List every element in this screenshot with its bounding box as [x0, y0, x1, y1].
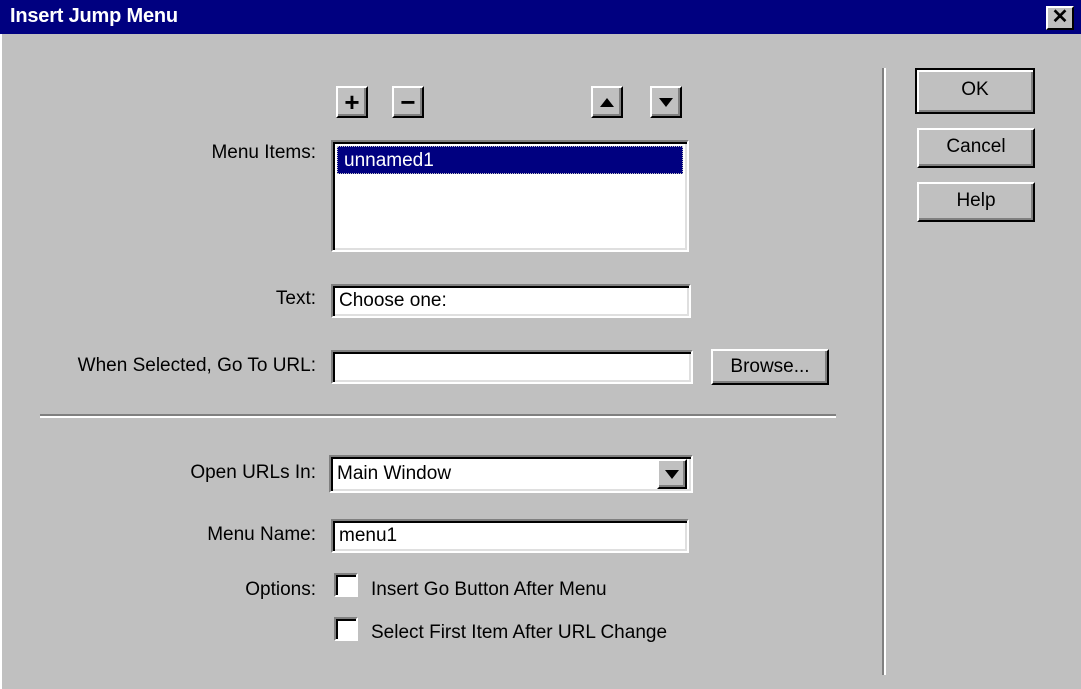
ok-button-label: OK: [961, 79, 989, 100]
chevron-down-icon: [659, 461, 685, 487]
dropdown-button[interactable]: [657, 459, 687, 489]
list-item-label: unnamed1: [344, 150, 434, 171]
open-urls-value: Main Window: [337, 463, 452, 484]
cancel-button-label: Cancel: [946, 136, 1006, 157]
triangle-down-icon: [652, 88, 680, 116]
text-field-value: Choose one:: [339, 290, 447, 311]
move-down-button[interactable]: [650, 86, 682, 118]
insert-go-button-checkbox[interactable]: [334, 573, 358, 597]
list-item[interactable]: unnamed1: [337, 146, 683, 174]
window-frame-left: [0, 34, 2, 689]
open-urls-select[interactable]: Main Window: [329, 455, 693, 493]
move-up-button[interactable]: [591, 86, 623, 118]
triangle-up-icon: [593, 88, 621, 116]
url-field[interactable]: [331, 350, 693, 384]
options-label: Options:: [245, 579, 316, 600]
close-icon: ✕: [1051, 6, 1069, 28]
window-title: Insert Jump Menu: [10, 5, 178, 27]
url-label: When Selected, Go To URL:: [77, 355, 316, 376]
help-button[interactable]: Help: [917, 182, 1035, 222]
insert-go-button-label[interactable]: Insert Go Button After Menu: [371, 579, 607, 601]
help-button-label: Help: [956, 190, 996, 211]
remove-item-button[interactable]: −: [392, 86, 424, 118]
minus-icon: −: [400, 86, 416, 117]
close-button[interactable]: ✕: [1046, 6, 1074, 30]
section-divider: [40, 414, 836, 418]
menu-name-field[interactable]: menu1: [331, 519, 689, 553]
plus-icon: +: [344, 86, 360, 117]
vertical-divider: [882, 68, 886, 675]
menu-items-list[interactable]: unnamed1: [331, 140, 689, 252]
browse-button-label: Browse...: [730, 356, 810, 377]
browse-button[interactable]: Browse...: [711, 349, 829, 385]
text-label: Text:: [275, 288, 316, 309]
ok-button[interactable]: OK: [915, 68, 1035, 114]
menu-name-value: menu1: [339, 525, 398, 546]
title-bar: Insert Jump Menu ✕: [0, 0, 1081, 34]
menu-name-label: Menu Name:: [207, 524, 316, 545]
select-first-item-checkbox[interactable]: [334, 617, 358, 641]
add-item-button[interactable]: +: [336, 86, 368, 118]
select-first-item-label[interactable]: Select First Item After URL Change: [371, 622, 667, 644]
cancel-button[interactable]: Cancel: [917, 128, 1035, 168]
open-urls-label: Open URLs In:: [190, 462, 316, 483]
menu-items-label: Menu Items:: [211, 142, 316, 163]
text-field[interactable]: Choose one:: [331, 284, 691, 318]
